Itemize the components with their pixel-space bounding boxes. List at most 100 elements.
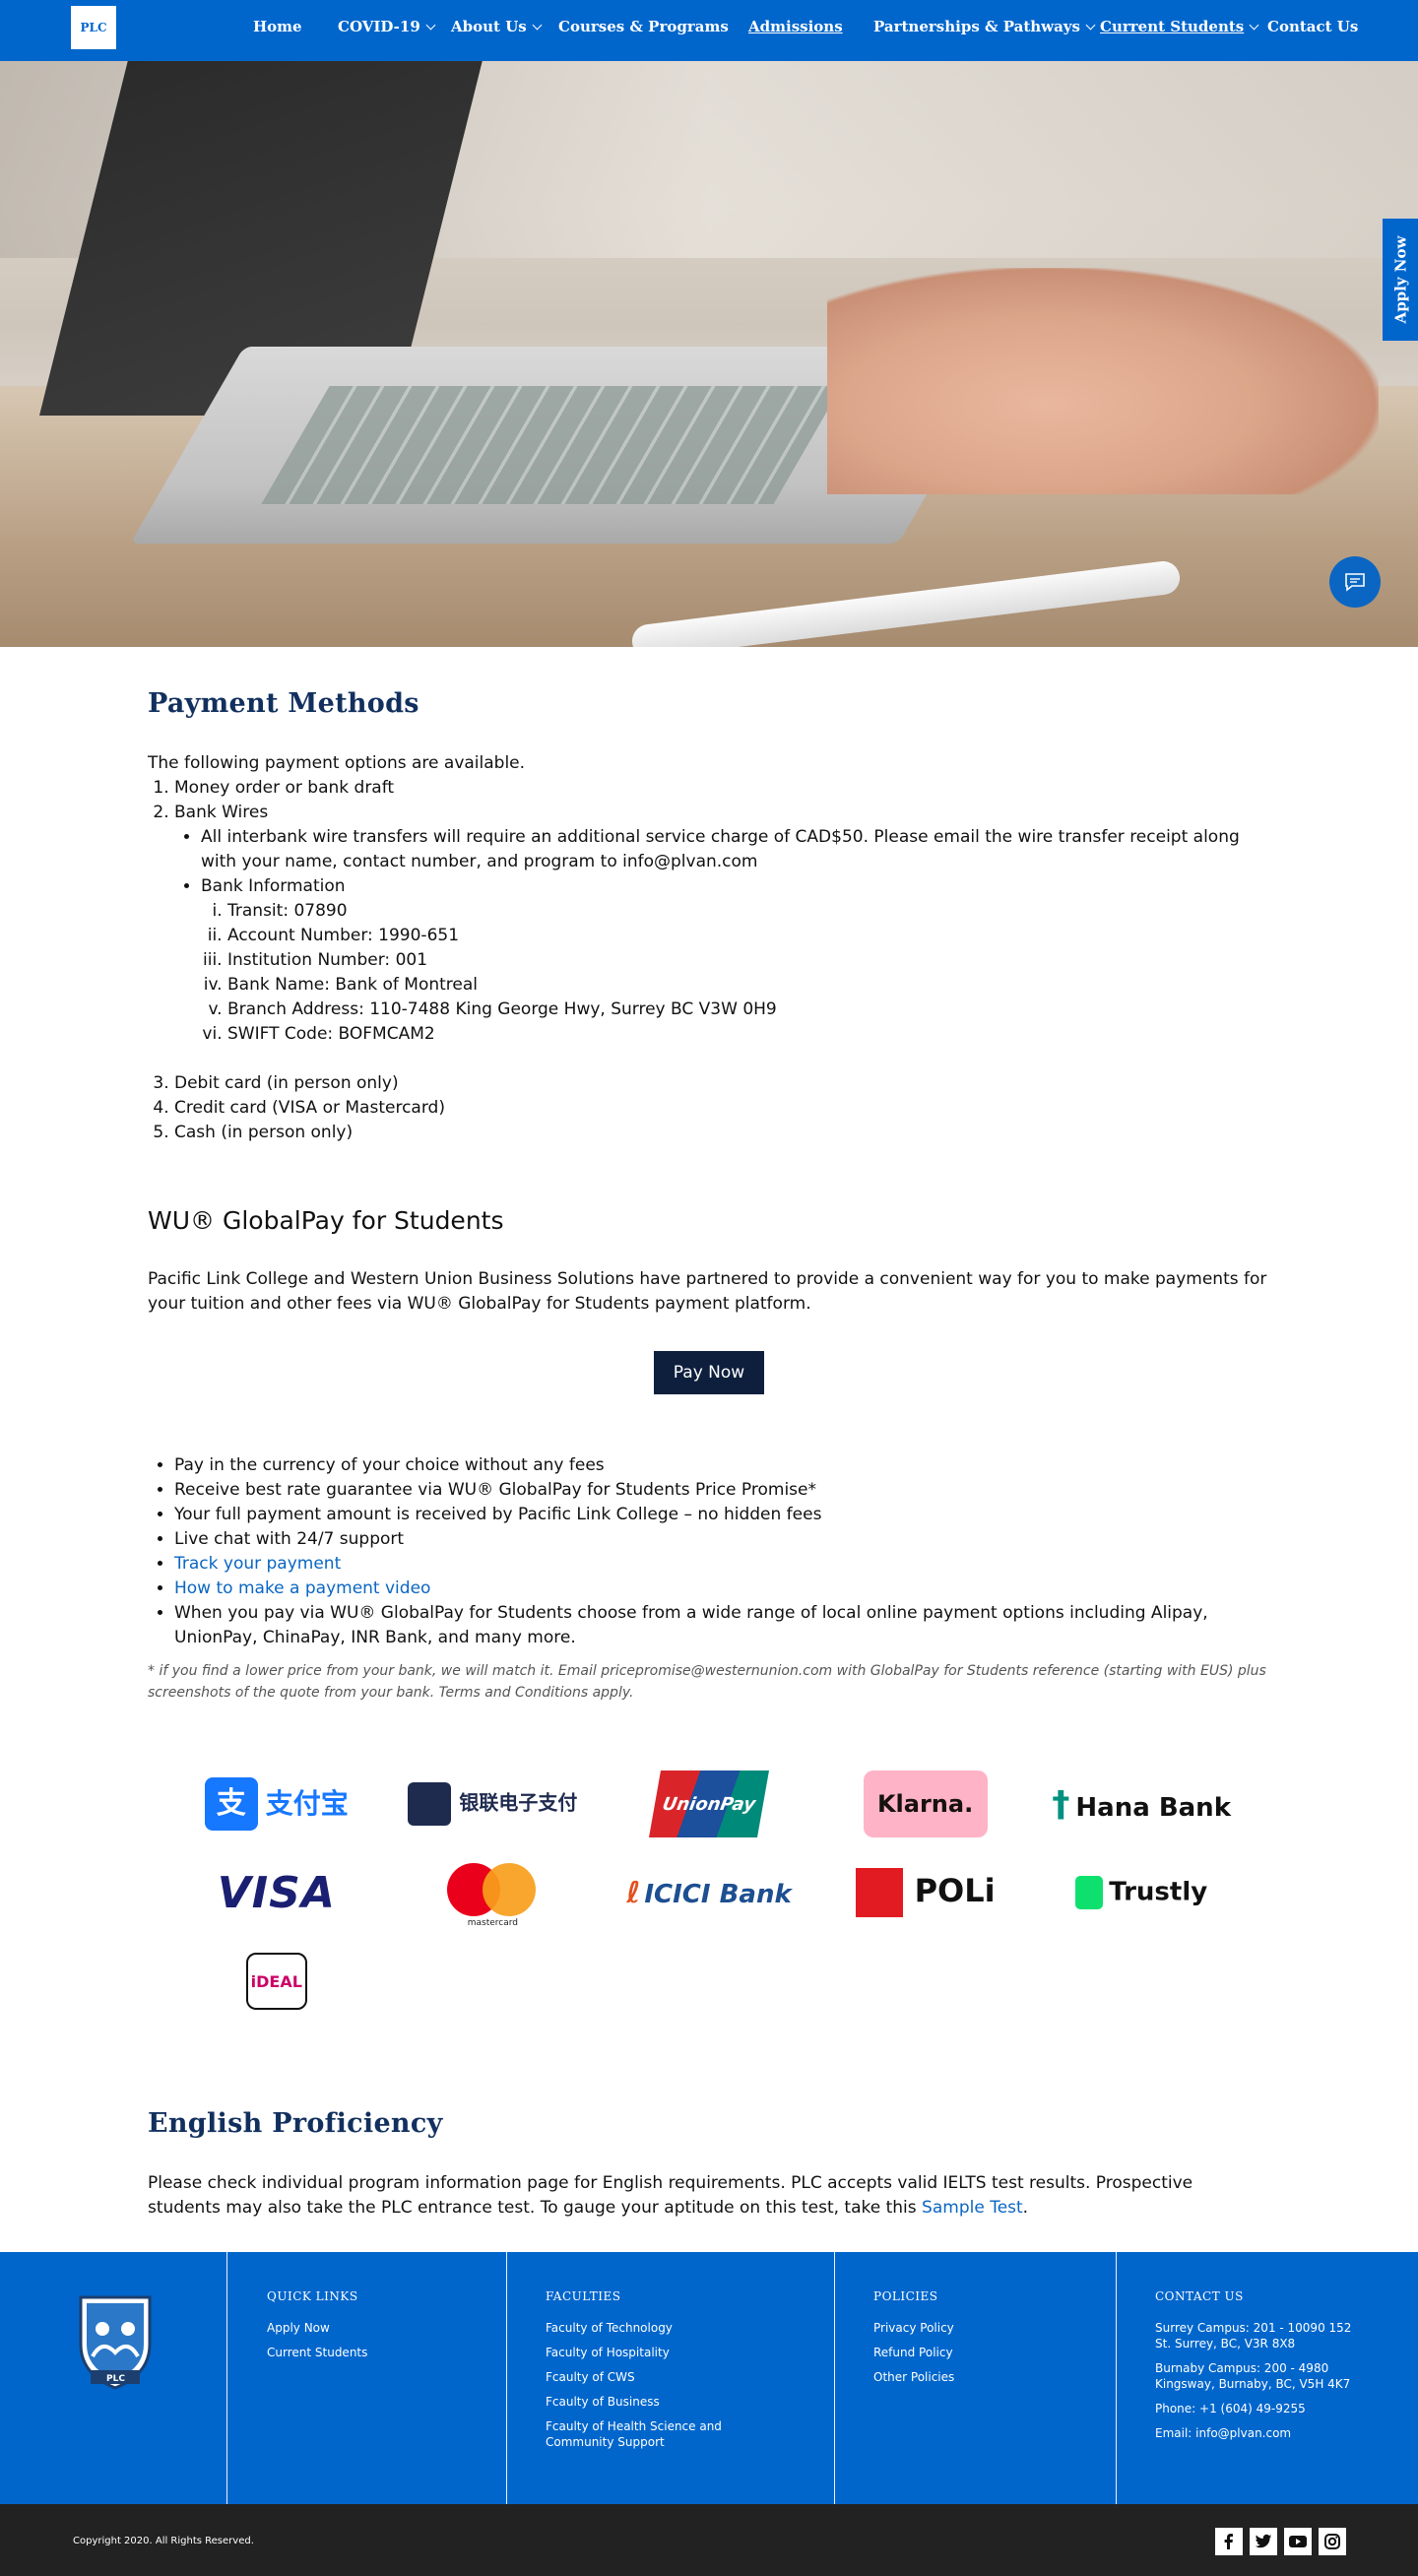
bank-info-line: Branch Address: 110-7488 King George Hwy… [227,998,1270,1022]
english-proficiency-text: Please check individual program informat… [148,2171,1270,2221]
nav-home[interactable]: Home [253,18,302,35]
phone-number[interactable]: Phone: +1 (604) 49-9255 [1155,2401,1362,2416]
trustly-logo-text: Trustly [1109,1877,1208,1907]
crest-text: PLC [106,2374,125,2384]
nav-courses[interactable]: Courses & Programs [558,18,729,35]
sample-test-link[interactable]: Sample Test [922,2198,1023,2218]
trustly-logo: Trustly [1042,1859,1241,1926]
globalpay-features-list: Pay in the currency of your choice witho… [174,1453,1270,1650]
unionpay-logo: UnionPay [610,1771,808,1837]
payment-option: Credit card (VISA or Mastercard) [174,1096,1270,1121]
track-payment-link[interactable]: Track your payment [174,1554,341,1574]
footer-divider [1116,2252,1117,2504]
chevron-down-icon [425,20,436,30]
faculty-link[interactable]: Fcaulty of CWS [546,2369,772,2385]
nav-about-us[interactable]: About Us [451,18,543,35]
footer-divider [834,2252,835,2504]
nav-about-label: About Us [451,18,527,35]
footer-crest: PLC [73,2252,158,2504]
feature-item: Pay in the currency of your choice witho… [174,1453,1270,1478]
facebook-icon[interactable] [1215,2528,1243,2555]
icici-logo-text: ICICI Bank [644,1879,792,1909]
email-address[interactable]: Email: info@plvan.com [1155,2425,1362,2441]
bank-info-list: Transit: 07890 Account Number: 1990-651 … [227,899,1270,1047]
bank-wire-list: All interbank wire transfers will requir… [201,825,1270,1047]
surrey-address: Surrey Campus: 201 - 10090 152 St. Surre… [1155,2321,1352,2351]
policy-link[interactable]: Other Policies [873,2369,1070,2385]
faculty-link[interactable]: Faculty of Technology [546,2320,772,2336]
twitter-icon[interactable] [1250,2528,1277,2555]
chevron-down-icon [1085,20,1096,30]
payment-video-link[interactable]: How to make a payment video [174,1578,430,1598]
feature-item: How to make a payment video [174,1577,1270,1601]
chevron-down-icon [532,20,543,30]
visa-logo-text: VISA [217,1867,336,1918]
nav-courses-label: Courses & Programs [558,18,729,35]
price-promise-note: * if you find a lower price from your ba… [148,1663,1266,1701]
nav-contact-us[interactable]: Contact Us [1267,18,1358,35]
chat-button[interactable] [1329,556,1381,608]
quick-links-title: QUICK LINKS [267,2289,358,2303]
faculty-link[interactable]: Fcaulty of Business [546,2394,772,2410]
footer-contact: CONTACT US Surrey Campus: 201 - 10090 15… [1155,2252,1362,2504]
ideal-logo-text: iDEAL [250,1971,302,1991]
payment-options-list: Money order or bank draft Bank Wires All… [174,776,1270,1047]
contact-title: CONTACT US [1155,2289,1244,2303]
nav-partnerships-label: Partnerships & Pathways [873,18,1080,35]
pay-now-wrapper: Pay Now [148,1351,1270,1394]
hana-logo-text: Hana Bank [1075,1792,1231,1823]
unionpay-logo-text: UnionPay [661,1793,757,1815]
payment-section: The following payment options are availa… [148,751,1270,1145]
footer-link-current-students[interactable]: Current Students [267,2345,483,2360]
payment-option: Debit card (in person only) [174,1071,1270,1096]
wire-note: All interbank wire transfers will requir… [201,825,1270,874]
visa-logo: VISA [177,1859,376,1926]
payment-intro: The following payment options are availa… [148,753,526,773]
chinapay-logo: 银联电子支付 [394,1771,593,1837]
ideal-logo: iDEAL [177,1948,376,2015]
pay-now-button[interactable]: Pay Now [653,1351,765,1394]
footer-bottom-bar: Copyright 2020. All Rights Reserved. [0,2504,1418,2576]
nav-current-label: Current Students [1100,18,1245,35]
globalpay-title: WU® GlobalPay for Students [148,1206,504,1235]
nav-covid[interactable]: COVID-19 [338,18,436,35]
footer-link-apply-now[interactable]: Apply Now [267,2320,483,2336]
hero-image: Apply Now [0,61,1418,647]
copyright: Copyright 2020. All Rights Reserved. [73,2536,254,2546]
english-proficiency-title: English Proficiency [148,2108,443,2139]
footer: PLC QUICK LINKS Apply Now Current Studen… [0,2252,1418,2504]
bank-info-line: SWIFT Code: BOFMCAM2 [227,1022,1270,1047]
bank-info-line: Institution Number: 001 [227,948,1270,973]
nav-partnerships[interactable]: Partnerships & Pathways [873,18,1096,35]
alipay-logo-text: 支付宝 [265,1787,349,1820]
payment-option-label: Bank Wires [174,803,269,822]
faculty-link[interactable]: Faculty of Hospitality [546,2345,772,2360]
apply-now-tab[interactable]: Apply Now [1383,219,1418,341]
bank-info-line: Account Number: 1990-651 [227,924,1270,948]
footer-divider [506,2252,507,2504]
instagram-icon[interactable] [1319,2528,1346,2555]
nav-admissions[interactable]: Admissions [748,18,843,35]
faculty-link[interactable]: Fcaulty of Health Science and Community … [546,2418,772,2450]
payment-option: Bank Wires All interbank wire transfers … [174,801,1270,1047]
chevron-down-icon [1249,20,1259,30]
feature-item: Track your payment [174,1552,1270,1577]
policy-link[interactable]: Privacy Policy [873,2320,1070,2336]
plc-logo[interactable]: PLC [71,6,116,49]
hana-bank-logo: † Hana Bank [1052,1783,1231,1825]
payment-options-list-continued: Debit card (in person only) Credit card … [174,1071,1270,1145]
logo-text: PLC [80,21,107,34]
policy-link[interactable]: Refund Policy [873,2345,1070,2360]
payment-methods-title: Payment Methods [148,688,419,719]
nav-current-students[interactable]: Current Students [1100,18,1259,35]
chat-icon [1345,573,1365,592]
youtube-icon[interactable] [1284,2528,1312,2555]
nav-admissions-label: Admissions [748,18,843,35]
payment-logos: 支支付宝 银联电子支付 UnionPay Klarna. † Hana Bank … [177,1771,1241,2015]
top-navigation: PLC Home COVID-19 About Us Courses & Pro… [0,0,1418,61]
policies-title: POLICIES [873,2289,938,2303]
globalpay-intro: Pacific Link College and Western Union B… [148,1269,1267,1314]
footer-policies: POLICIES Privacy Policy Refund Policy Ot… [873,2252,1070,2504]
main-content: Payment Methods The following payment op… [0,688,1418,2221]
klarna-logo: Klarna. [826,1771,1025,1837]
